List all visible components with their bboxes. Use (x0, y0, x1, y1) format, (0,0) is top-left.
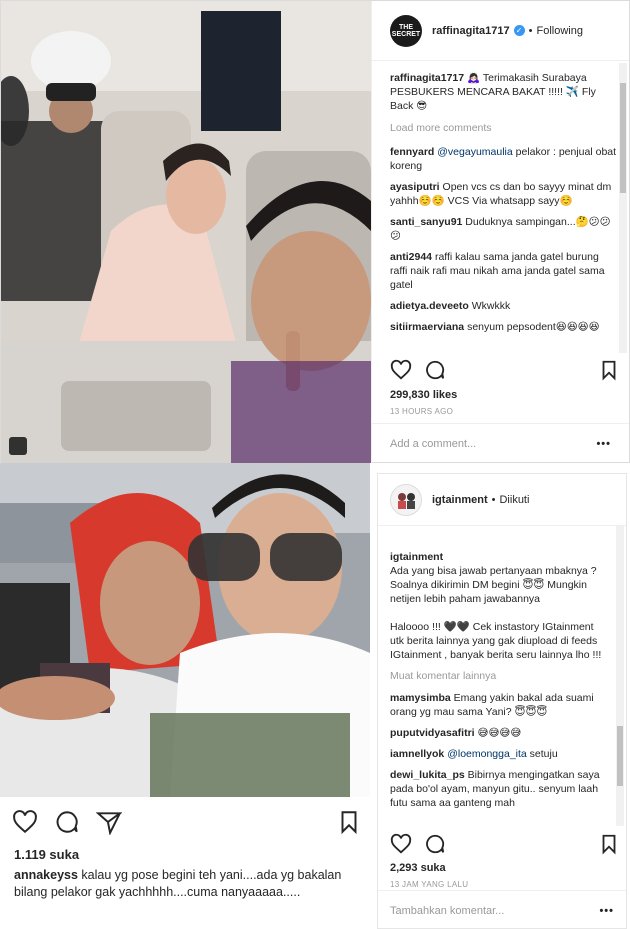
add-comment-input[interactable]: Tambahkan komentar... (390, 905, 504, 917)
post-timestamp: 13 JAM YANG LALU (390, 880, 469, 889)
bookmark-icon[interactable] (598, 833, 620, 855)
add-comment-input[interactable]: Add a comment... (390, 438, 476, 450)
photo-illustration (0, 463, 370, 797)
comment-item: mamysimba Emang yakin bakal ada suami or… (390, 691, 608, 719)
comment-username[interactable]: iamnellyok (390, 748, 444, 760)
post-actions (390, 356, 620, 384)
comment-username[interactable]: anti2944 (390, 251, 432, 263)
comment-text: senyum pepsodent😆😆😆😆 (467, 321, 600, 333)
avatar[interactable] (390, 483, 422, 516)
scrollbar-thumb[interactable] (617, 726, 623, 786)
comment-username[interactable]: dewi_lukita_ps (390, 769, 465, 781)
separator-dot: • (491, 493, 496, 506)
comment-bubble-icon[interactable] (424, 359, 446, 381)
scrollbar-thumb[interactable] (620, 83, 626, 193)
like-heart-icon[interactable] (12, 809, 38, 835)
header-username[interactable]: raffinagita1717 (432, 25, 510, 37)
caption-username[interactable]: annakeyss (14, 868, 78, 882)
comment-mention[interactable]: @loemongga_ita (447, 748, 527, 760)
comment-username[interactable]: fennyard (390, 146, 434, 158)
comments-list: igtainment Ada yang bisa jawab pertanyaa… (390, 536, 608, 818)
comment-item: fennyard @vegayumaulia pelakor : penjual… (390, 145, 618, 173)
share-icon[interactable] (96, 809, 122, 835)
avatar-label: THE SECRET (391, 23, 421, 38)
verified-badge-icon: ✓ (513, 25, 525, 36)
comment-username[interactable]: sitiirmaerviana (390, 321, 464, 333)
caption-text: Ada yang bisa jawab pertanyaan mbaknya ?… (390, 565, 602, 661)
comment-username[interactable]: mamysimba (390, 692, 451, 704)
load-more-comments-button[interactable]: Muat komentar lainnya (390, 669, 608, 683)
comment-username[interactable]: adietya.deveeto (390, 300, 469, 312)
comment-text: setuju (526, 748, 558, 760)
comment-item: anti2944 raffi kalau sama janda gatel bu… (390, 250, 618, 292)
post-actions (12, 807, 362, 837)
caption-username[interactable]: raffinagita1717 (390, 72, 464, 84)
post-actions (390, 830, 620, 858)
avatar[interactable]: THE SECRET (390, 14, 422, 47)
instagram-post-raffinagita: THE SECRET raffinagita1717 ✓ • Following… (0, 0, 630, 463)
comments-scrollbar[interactable] (619, 63, 627, 353)
instagram-post-igtainment: 1.119 suka annakeyss kalau yg pose begin… (0, 463, 630, 929)
comment-item: adietya.deveeto Wkwkkk (390, 299, 618, 313)
avatar-illustration-icon (398, 492, 415, 509)
caption: annakeyss kalau yg pose begini teh yani.… (14, 867, 359, 901)
comments-list: raffinagita1717 🙇🏻‍♀️ Terimakasih Suraba… (390, 71, 618, 349)
likes-count[interactable]: 1.119 suka (14, 847, 79, 862)
likes-count[interactable]: 2,293 suka (390, 862, 446, 874)
like-heart-icon[interactable] (390, 833, 412, 855)
comment-username[interactable]: ayasiputri (390, 181, 440, 193)
following-button[interactable]: Following (537, 25, 583, 37)
post-header: igtainment • Diikuti (378, 474, 626, 526)
caption-username[interactable]: igtainment (390, 551, 443, 563)
bookmark-icon[interactable] (336, 809, 362, 835)
separator-dot: • (528, 24, 533, 37)
comment-mention[interactable]: @vegayumaulia (437, 146, 512, 158)
comment-text: Wkwkkk (471, 300, 511, 312)
photo-illustration (1, 1, 371, 463)
comment-bubble-icon[interactable] (54, 809, 80, 835)
comment-username[interactable]: santi_sanyu91 (390, 216, 462, 228)
user-tag-icon[interactable] (9, 437, 27, 455)
comment-bubble-icon[interactable] (424, 833, 446, 855)
post-photo-selfie[interactable] (0, 463, 370, 797)
comment-text: 😅😅😅😅 (477, 727, 522, 739)
post-footer: 1.119 suka annakeyss kalau yg pose begin… (0, 797, 370, 929)
comment-item: sitiirmaerviana senyum pepsodent😆😆😆😆 (390, 320, 618, 342)
post-photo-airplane[interactable] (1, 1, 371, 463)
caption: raffinagita1717 🙇🏻‍♀️ Terimakasih Suraba… (390, 71, 618, 113)
comment-item: santi_sanyu91 Duduknya sampingan...🤔😕😕😕 (390, 215, 618, 243)
comment-item: dewi_lukita_ps Bibirnya mengingatkan say… (390, 768, 608, 810)
post-header: THE SECRET raffinagita1717 ✓ • Following (372, 1, 629, 61)
add-comment-bar: Add a comment... ••• (372, 423, 629, 463)
comments-scrollbar[interactable] (616, 526, 624, 826)
post-sidebar: THE SECRET raffinagita1717 ✓ • Following… (371, 1, 629, 463)
comment-item: ayasiputri Open vcs cs dan bo sayyy mina… (390, 180, 618, 208)
bookmark-icon[interactable] (598, 359, 620, 381)
following-button[interactable]: Diikuti (499, 494, 529, 506)
more-options-icon[interactable]: ••• (596, 438, 611, 450)
likes-count[interactable]: 299,830 likes (390, 389, 457, 401)
like-heart-icon[interactable] (390, 359, 412, 381)
comment-item: puputvidyasafitri 😅😅😅😅 (390, 726, 608, 740)
comment-username[interactable]: puputvidyasafitri (390, 727, 475, 739)
header-username[interactable]: igtainment (432, 494, 488, 506)
caption: igtainment Ada yang bisa jawab pertanyaa… (390, 536, 608, 662)
more-options-icon[interactable]: ••• (599, 905, 614, 917)
add-comment-bar: Tambahkan komentar... ••• (378, 890, 626, 929)
load-more-comments-button[interactable]: Load more comments (390, 121, 618, 135)
post-sidebar: igtainment • Diikuti igtainment Ada yang… (377, 473, 627, 929)
post-timestamp: 13 HOURS AGO (390, 407, 454, 416)
comment-item: iamnellyok @loemongga_ita setuju (390, 747, 608, 761)
